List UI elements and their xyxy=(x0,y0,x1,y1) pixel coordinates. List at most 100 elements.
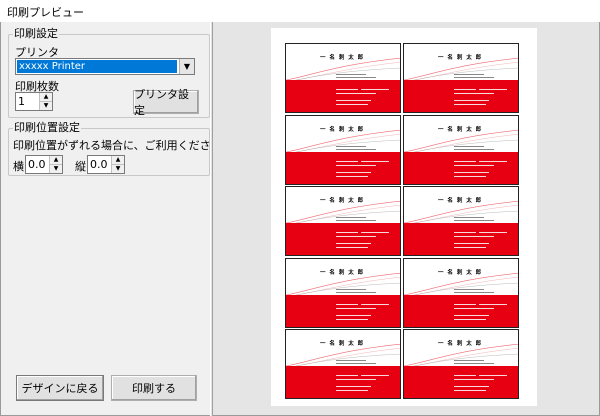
business-card: 一 名 刺 太 郎株式会社ドネット xyxy=(285,43,401,113)
preview-area: 一 名 刺 太 郎株式会社ドネット一 名 刺 太 郎株式会社ドネット一 名 刺 … xyxy=(213,22,599,415)
card-text-line xyxy=(479,303,507,305)
card-red-band: 株式会社ドネット xyxy=(404,223,518,255)
card-text-line xyxy=(336,89,358,90)
card-text-line xyxy=(454,390,486,391)
card-name: 一 名 刺 太 郎 xyxy=(320,269,365,276)
vertical-offset-stepper[interactable]: 0.0 ▲ ▼ xyxy=(87,155,125,174)
card-text-line xyxy=(454,303,476,305)
print-button[interactable]: 印刷する xyxy=(111,375,197,401)
card-text-line xyxy=(336,220,376,221)
card-text-line xyxy=(454,171,489,173)
copies-value: 1 xyxy=(18,95,25,108)
card-name: 一 名 刺 太 郎 xyxy=(438,126,483,133)
business-card: 一 名 刺 太 郎株式会社ドネット xyxy=(403,329,519,399)
card-text-line xyxy=(336,160,358,162)
copies-stepper-buttons[interactable]: ▲ ▼ xyxy=(39,93,52,110)
card-text-line xyxy=(361,232,389,233)
card-name: 一 名 刺 太 郎 xyxy=(438,341,483,347)
card-text-line xyxy=(336,171,371,173)
stepper-up-icon[interactable]: ▲ xyxy=(50,156,62,165)
business-card: 一 名 刺 太 郎株式会社ドネット xyxy=(285,329,401,399)
card-text-line xyxy=(336,360,366,361)
card-text-line xyxy=(454,77,494,78)
stepper-down-icon[interactable]: ▼ xyxy=(50,165,62,173)
card-text-line xyxy=(336,175,368,177)
business-card: 一 名 刺 太 郎株式会社ドネット xyxy=(403,257,519,328)
card-text-line xyxy=(454,236,494,237)
card-text-line xyxy=(454,314,489,316)
copies-stepper[interactable]: 1 ▲ ▼ xyxy=(15,92,53,111)
card-text-line xyxy=(479,160,507,162)
card-text-line xyxy=(479,232,507,233)
card-text-line xyxy=(361,89,389,90)
horizontal-stepper-buttons[interactable]: ▲ ▼ xyxy=(49,156,62,173)
card-text-line xyxy=(336,363,376,364)
card-text-line xyxy=(454,89,476,90)
horizontal-label: 横 xyxy=(13,160,24,173)
card-red-band: 株式会社ドネット xyxy=(404,294,518,327)
preview-page: 一 名 刺 太 郎株式会社ドネット一 名 刺 太 郎株式会社ドネット一 名 刺 … xyxy=(271,28,537,406)
card-red-band: 株式会社ドネット xyxy=(404,366,518,398)
business-card: 一 名 刺 太 郎株式会社ドネット xyxy=(403,114,519,185)
stepper-up-icon[interactable]: ▲ xyxy=(112,156,124,165)
card-text-line xyxy=(454,160,476,162)
position-settings-group: 印刷位置設定 印刷位置がずれる場合に、ご利用ください。 横 0.0 ▲ ▼ 縦 … xyxy=(8,121,233,176)
card-name: 一 名 刺 太 郎 xyxy=(320,126,365,133)
card-text-line xyxy=(454,74,484,75)
card-text-line xyxy=(336,379,376,380)
card-text-line xyxy=(336,232,358,233)
card-text-line xyxy=(454,145,484,147)
window-client: 印刷設定 プリンタ xxxxx Printer ▼ 印刷枚数 1 ▲ ▼ プリン… xyxy=(0,22,600,416)
back-to-design-button[interactable]: デザインに戻る xyxy=(16,375,104,401)
card-text-line xyxy=(361,303,389,305)
card-name: 一 名 刺 太 郎 xyxy=(438,198,483,204)
title-bar: 印刷プレビュー xyxy=(0,0,600,22)
horizontal-offset-stepper[interactable]: 0.0 ▲ ▼ xyxy=(25,155,63,174)
vertical-offset-value: 0.0 xyxy=(90,158,108,171)
card-text-line xyxy=(454,379,494,380)
card-text-line xyxy=(336,243,371,244)
card-red-band: 株式会社ドネット xyxy=(286,294,400,327)
card-text-line xyxy=(336,291,376,293)
card-name: 一 名 刺 太 郎 xyxy=(438,55,483,61)
chevron-down-icon[interactable]: ▼ xyxy=(179,59,194,74)
card-red-band: 株式会社ドネット xyxy=(286,80,400,112)
printer-select[interactable]: xxxxx Printer ▼ xyxy=(15,58,195,75)
card-text-line xyxy=(336,307,376,309)
card-text-line xyxy=(336,303,358,305)
card-text-line xyxy=(454,360,484,361)
card-text-line xyxy=(454,220,494,221)
business-card-sheet: 一 名 刺 太 郎株式会社ドネット一 名 刺 太 郎株式会社ドネット一 名 刺 … xyxy=(285,43,521,399)
card-text-line xyxy=(454,243,489,244)
business-card: 一 名 刺 太 郎株式会社ドネット xyxy=(403,43,519,113)
settings-panel: 印刷設定 プリンタ xxxxx Printer ▼ 印刷枚数 1 ▲ ▼ プリン… xyxy=(8,28,233,408)
vertical-label: 縦 xyxy=(75,160,86,173)
position-settings-legend: 印刷位置設定 xyxy=(14,121,80,134)
card-text-line xyxy=(454,148,494,150)
card-text-line xyxy=(336,390,368,391)
card-text-line xyxy=(454,247,486,248)
card-text-line xyxy=(454,291,494,293)
card-red-band: 株式会社ドネット xyxy=(286,223,400,255)
stepper-up-icon[interactable]: ▲ xyxy=(40,93,52,102)
card-text-line xyxy=(454,288,484,290)
print-preview-window: 印刷プレビュー 印刷設定 プリンタ xxxxx Printer ▼ 印刷枚数 1… xyxy=(0,0,600,416)
printer-settings-button[interactable]: プリンタ設定 xyxy=(133,88,199,117)
card-text-line xyxy=(454,318,486,320)
stepper-down-icon[interactable]: ▼ xyxy=(112,165,124,173)
card-text-line xyxy=(336,164,376,166)
card-text-line xyxy=(454,232,476,233)
card-text-line xyxy=(336,74,366,75)
card-text-line xyxy=(336,318,368,320)
card-text-line xyxy=(454,386,489,387)
card-text-line xyxy=(454,93,494,94)
card-red-band: 株式会社ドネット xyxy=(286,366,400,398)
position-hint: 印刷位置がずれる場合に、ご利用ください。 xyxy=(13,139,233,152)
vertical-stepper-buttons[interactable]: ▲ ▼ xyxy=(111,156,124,173)
card-text-line xyxy=(336,247,368,248)
card-text-line xyxy=(479,89,507,90)
stepper-down-icon[interactable]: ▼ xyxy=(40,102,52,110)
card-name: 一 名 刺 太 郎 xyxy=(320,341,365,347)
business-card: 一 名 刺 太 郎株式会社ドネット xyxy=(403,186,519,256)
card-text-line xyxy=(336,217,366,218)
